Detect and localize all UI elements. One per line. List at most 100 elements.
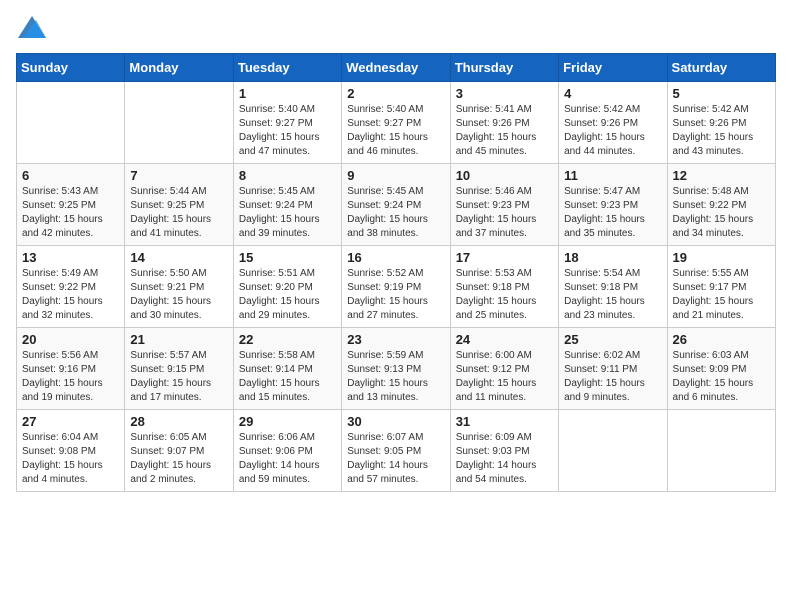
day-number: 14 (130, 250, 227, 265)
calendar-day-cell: 4 Sunrise: 5:42 AMSunset: 9:26 PMDaylight… (559, 82, 667, 164)
day-info: Sunrise: 5:43 AMSunset: 9:25 PMDaylight:… (22, 185, 119, 241)
day-of-week-header: Wednesday (342, 54, 450, 82)
day-info: Sunrise: 5:50 AMSunset: 9:21 PMDaylight:… (130, 267, 227, 323)
calendar-day-cell: 7 Sunrise: 5:44 AMSunset: 9:25 PMDaylight… (125, 164, 233, 246)
calendar-week-row: 1Sunrise: 5:40 AMSunset: 9:27 PMDaylight… (17, 82, 776, 164)
calendar-day-cell: 28 Sunrise: 6:05 AMSunset: 9:07 PMDayligh… (125, 410, 233, 492)
day-info: Sunrise: 6:04 AMSunset: 9:08 PMDaylight:… (22, 431, 119, 487)
day-number: 20 (22, 332, 119, 347)
day-info: Sunrise: 5:42 AMSunset: 9:26 PMDaylight:… (673, 103, 770, 159)
day-info: Sunrise: 5:59 AMSunset: 9:13 PMDaylight:… (347, 349, 444, 405)
calendar-week-row: 20 Sunrise: 5:56 AMSunset: 9:16 PMDayligh… (17, 328, 776, 410)
day-info: Sunrise: 6:05 AMSunset: 9:07 PMDaylight:… (130, 431, 227, 487)
day-number: 2 (347, 86, 444, 101)
day-number: 18 (564, 250, 661, 265)
day-info: Sunrise: 6:02 AMSunset: 9:11 PMDaylight:… (564, 349, 661, 405)
logo (16, 16, 46, 43)
calendar-week-row: 27 Sunrise: 6:04 AMSunset: 9:08 PMDayligh… (17, 410, 776, 492)
day-number: 22 (239, 332, 336, 347)
calendar-day-cell: 19Sunrise: 5:55 AMSunset: 9:17 PMDayligh… (667, 246, 775, 328)
day-info: Sunrise: 5:42 AMSunset: 9:26 PMDaylight:… (564, 103, 661, 159)
day-number: 25 (564, 332, 661, 347)
calendar-header-row: SundayMondayTuesdayWednesdayThursdayFrid… (17, 54, 776, 82)
day-info: Sunrise: 5:44 AMSunset: 9:25 PMDaylight:… (130, 185, 227, 241)
day-number: 27 (22, 414, 119, 429)
day-of-week-header: Monday (125, 54, 233, 82)
calendar-day-cell: 23 Sunrise: 5:59 AMSunset: 9:13 PMDayligh… (342, 328, 450, 410)
calendar-day-cell (125, 82, 233, 164)
calendar-day-cell: 10 Sunrise: 5:46 AMSunset: 9:23 PMDayligh… (450, 164, 558, 246)
calendar-day-cell: 6 Sunrise: 5:43 AMSunset: 9:25 PMDaylight… (17, 164, 125, 246)
calendar-day-cell: 31Sunrise: 6:09 AMSunset: 9:03 PMDayligh… (450, 410, 558, 492)
calendar-day-cell: 1Sunrise: 5:40 AMSunset: 9:27 PMDaylight… (233, 82, 341, 164)
day-number: 13 (22, 250, 119, 265)
calendar-day-cell: 30Sunrise: 6:07 AMSunset: 9:05 PMDayligh… (342, 410, 450, 492)
day-of-week-header: Saturday (667, 54, 775, 82)
calendar-day-cell: 20 Sunrise: 5:56 AMSunset: 9:16 PMDayligh… (17, 328, 125, 410)
day-number: 7 (130, 168, 227, 183)
day-info: Sunrise: 5:48 AMSunset: 9:22 PMDaylight:… (673, 185, 770, 241)
day-of-week-header: Sunday (17, 54, 125, 82)
calendar-day-cell: 13Sunrise: 5:49 AMSunset: 9:22 PMDayligh… (17, 246, 125, 328)
day-of-week-header: Thursday (450, 54, 558, 82)
day-number: 11 (564, 168, 661, 183)
calendar-day-cell: 16 Sunrise: 5:52 AMSunset: 9:19 PMDayligh… (342, 246, 450, 328)
logo-icon (18, 16, 46, 38)
day-number: 12 (673, 168, 770, 183)
day-info: Sunrise: 5:45 AMSunset: 9:24 PMDaylight:… (347, 185, 444, 241)
calendar-day-cell: 27 Sunrise: 6:04 AMSunset: 9:08 PMDayligh… (17, 410, 125, 492)
calendar-day-cell (559, 410, 667, 492)
calendar-day-cell: 3 Sunrise: 5:41 AMSunset: 9:26 PMDaylight… (450, 82, 558, 164)
calendar-day-cell (17, 82, 125, 164)
day-number: 9 (347, 168, 444, 183)
day-of-week-header: Friday (559, 54, 667, 82)
day-info: Sunrise: 5:57 AMSunset: 9:15 PMDaylight:… (130, 349, 227, 405)
day-of-week-header: Tuesday (233, 54, 341, 82)
calendar-day-cell: 2Sunrise: 5:40 AMSunset: 9:27 PMDaylight… (342, 82, 450, 164)
day-number: 17 (456, 250, 553, 265)
day-number: 4 (564, 86, 661, 101)
day-number: 1 (239, 86, 336, 101)
day-info: Sunrise: 5:45 AMSunset: 9:24 PMDaylight:… (239, 185, 336, 241)
day-info: Sunrise: 6:07 AMSunset: 9:05 PMDaylight:… (347, 431, 444, 487)
calendar-day-cell: 25 Sunrise: 6:02 AMSunset: 9:11 PMDayligh… (559, 328, 667, 410)
day-info: Sunrise: 5:58 AMSunset: 9:14 PMDaylight:… (239, 349, 336, 405)
day-info: Sunrise: 6:09 AMSunset: 9:03 PMDaylight:… (456, 431, 553, 487)
day-info: Sunrise: 5:52 AMSunset: 9:19 PMDaylight:… (347, 267, 444, 323)
logo-text (16, 16, 46, 43)
day-number: 23 (347, 332, 444, 347)
calendar-day-cell: 11Sunrise: 5:47 AMSunset: 9:23 PMDayligh… (559, 164, 667, 246)
calendar-week-row: 6 Sunrise: 5:43 AMSunset: 9:25 PMDaylight… (17, 164, 776, 246)
day-info: Sunrise: 5:54 AMSunset: 9:18 PMDaylight:… (564, 267, 661, 323)
day-number: 10 (456, 168, 553, 183)
day-number: 24 (456, 332, 553, 347)
calendar-day-cell: 12 Sunrise: 5:48 AMSunset: 9:22 PMDayligh… (667, 164, 775, 246)
day-info: Sunrise: 5:41 AMSunset: 9:26 PMDaylight:… (456, 103, 553, 159)
calendar-day-cell: 22 Sunrise: 5:58 AMSunset: 9:14 PMDayligh… (233, 328, 341, 410)
calendar-day-cell: 9 Sunrise: 5:45 AMSunset: 9:24 PMDaylight… (342, 164, 450, 246)
calendar-day-cell (667, 410, 775, 492)
calendar-day-cell: 24 Sunrise: 6:00 AMSunset: 9:12 PMDayligh… (450, 328, 558, 410)
calendar-day-cell: 29 Sunrise: 6:06 AMSunset: 9:06 PMDayligh… (233, 410, 341, 492)
day-number: 29 (239, 414, 336, 429)
calendar-day-cell: 18 Sunrise: 5:54 AMSunset: 9:18 PMDayligh… (559, 246, 667, 328)
calendar-day-cell: 5 Sunrise: 5:42 AMSunset: 9:26 PMDaylight… (667, 82, 775, 164)
day-info: Sunrise: 5:56 AMSunset: 9:16 PMDaylight:… (22, 349, 119, 405)
day-info: Sunrise: 5:46 AMSunset: 9:23 PMDaylight:… (456, 185, 553, 241)
calendar-day-cell: 26Sunrise: 6:03 AMSunset: 9:09 PMDayligh… (667, 328, 775, 410)
day-info: Sunrise: 6:06 AMSunset: 9:06 PMDaylight:… (239, 431, 336, 487)
calendar-day-cell: 8 Sunrise: 5:45 AMSunset: 9:24 PMDaylight… (233, 164, 341, 246)
day-number: 8 (239, 168, 336, 183)
day-number: 26 (673, 332, 770, 347)
day-info: Sunrise: 6:00 AMSunset: 9:12 PMDaylight:… (456, 349, 553, 405)
day-number: 5 (673, 86, 770, 101)
day-info: Sunrise: 5:53 AMSunset: 9:18 PMDaylight:… (456, 267, 553, 323)
day-number: 3 (456, 86, 553, 101)
calendar-day-cell: 14 Sunrise: 5:50 AMSunset: 9:21 PMDayligh… (125, 246, 233, 328)
day-number: 28 (130, 414, 227, 429)
day-number: 16 (347, 250, 444, 265)
day-number: 6 (22, 168, 119, 183)
day-info: Sunrise: 5:51 AMSunset: 9:20 PMDaylight:… (239, 267, 336, 323)
calendar-week-row: 13Sunrise: 5:49 AMSunset: 9:22 PMDayligh… (17, 246, 776, 328)
day-number: 21 (130, 332, 227, 347)
